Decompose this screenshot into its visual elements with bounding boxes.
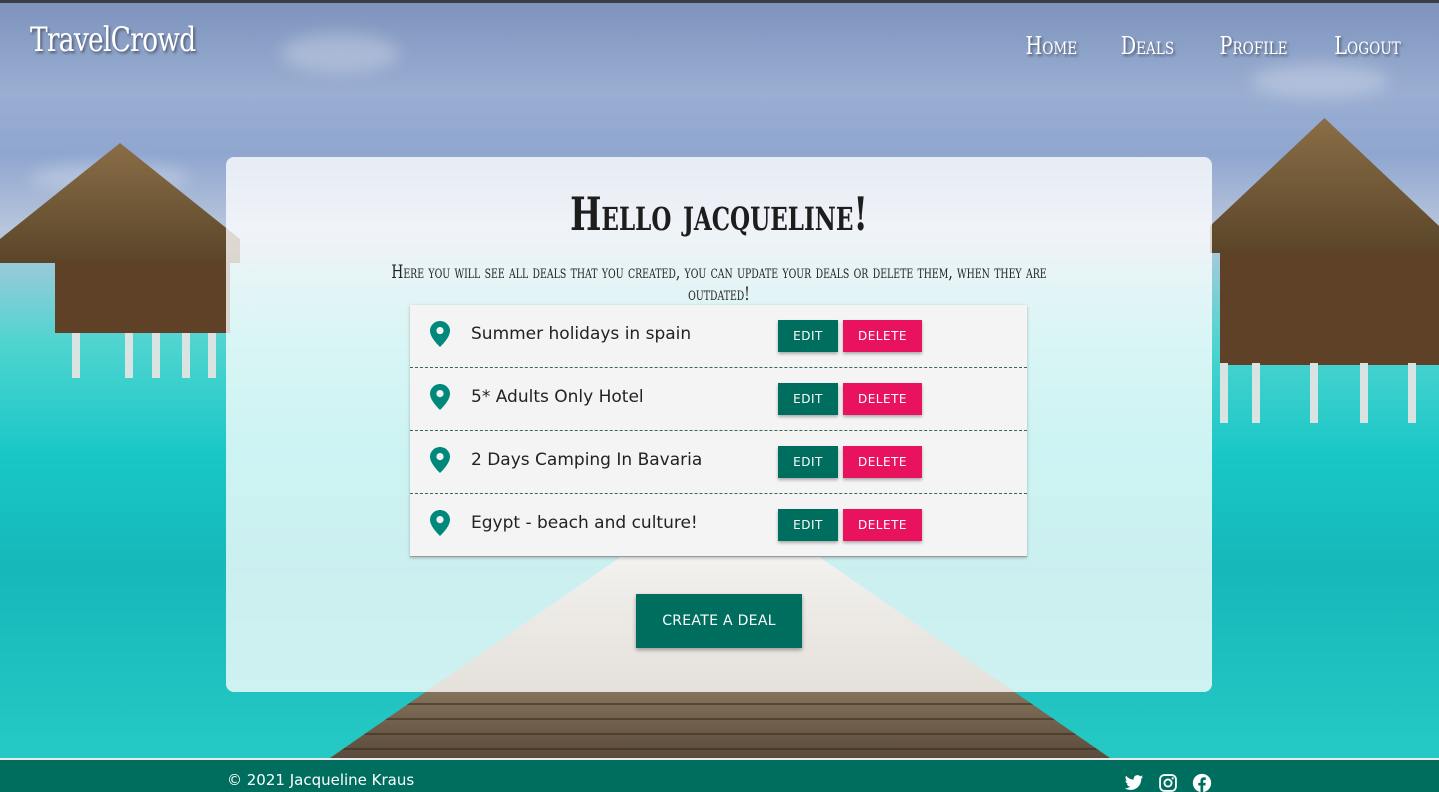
facebook-icon[interactable] (1192, 773, 1212, 792)
deal-title[interactable]: Summer holidays in spain (471, 324, 691, 344)
delete-button[interactable]: DELETE (843, 509, 922, 541)
deal-title[interactable]: 5* Adults Only Hotel (471, 387, 644, 407)
nav-deals[interactable]: Deals (1121, 32, 1175, 60)
deal-item: Egypt - beach and culture! EDIT DELETE (410, 494, 1027, 557)
deals-card: Hello jacqueline! Here you will see all … (226, 157, 1212, 692)
nav-logout[interactable]: Logout (1334, 32, 1400, 60)
main-nav: Home Deals Profile Logout (1019, 32, 1409, 60)
footer: © 2021 Jacqueline Kraus (0, 758, 1439, 792)
instagram-icon[interactable] (1158, 773, 1178, 792)
page-title: Hello jacqueline! (570, 187, 868, 241)
edit-button[interactable]: EDIT (778, 509, 838, 541)
deal-list: Summer holidays in spain EDIT DELETE 5* … (410, 305, 1027, 557)
location-pin-icon (430, 384, 450, 410)
deal-title[interactable]: 2 Days Camping In Bavaria (471, 450, 702, 470)
delete-button[interactable]: DELETE (843, 446, 922, 478)
twitter-icon[interactable] (1124, 773, 1144, 792)
social-links (1124, 773, 1212, 792)
deal-item: 5* Adults Only Hotel EDIT DELETE (410, 368, 1027, 431)
deal-item: 2 Days Camping In Bavaria EDIT DELETE (410, 431, 1027, 494)
page-subtitle: Here you will see all deals that you cre… (391, 261, 1047, 305)
edit-button[interactable]: EDIT (778, 383, 838, 415)
copyright-text: © 2021 Jacqueline Kraus (227, 771, 415, 789)
create-deal-button[interactable]: CREATE A DEAL (636, 594, 802, 648)
nav-profile[interactable]: Profile (1219, 32, 1287, 60)
delete-button[interactable]: DELETE (843, 320, 922, 352)
deal-item: Summer holidays in spain EDIT DELETE (410, 305, 1027, 368)
edit-button[interactable]: EDIT (778, 320, 838, 352)
location-pin-icon (430, 510, 450, 536)
deal-title[interactable]: Egypt - beach and culture! (471, 513, 698, 533)
nav-home[interactable]: Home (1026, 32, 1078, 60)
delete-button[interactable]: DELETE (843, 383, 922, 415)
location-pin-icon (430, 447, 450, 473)
location-pin-icon (430, 321, 450, 347)
edit-button[interactable]: EDIT (778, 446, 838, 478)
brand-logo[interactable]: TravelCrowd (30, 20, 196, 60)
